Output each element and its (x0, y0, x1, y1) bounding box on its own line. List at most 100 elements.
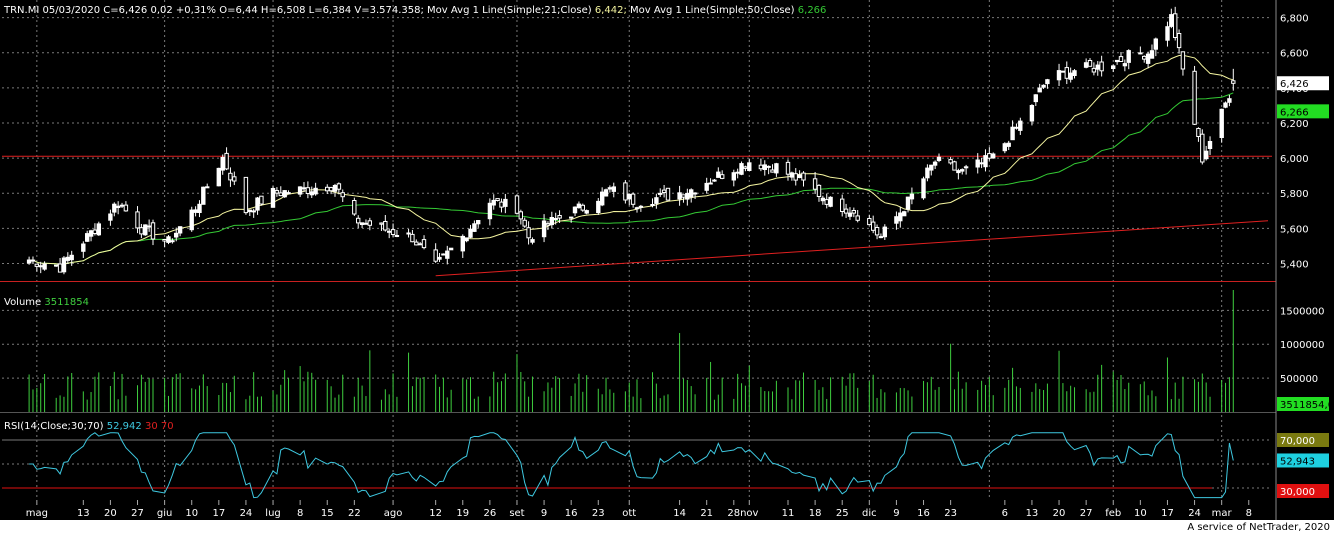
candle (472, 220, 477, 233)
candle-body (445, 250, 450, 259)
candle (325, 184, 330, 194)
candle (522, 217, 527, 228)
candle (88, 229, 94, 242)
candle-body (774, 163, 779, 174)
candle-body (336, 183, 342, 190)
candle (1056, 63, 1062, 86)
candle-body (332, 185, 338, 192)
candle-body (871, 221, 876, 231)
candle (963, 164, 969, 175)
candle-body (383, 221, 388, 231)
candle-body (1176, 33, 1182, 49)
candle-body (34, 263, 39, 267)
x-axis-label: 13 (77, 508, 90, 519)
candle-body (522, 219, 527, 227)
candle-body (1227, 98, 1232, 103)
candle (925, 164, 930, 182)
candle-body (820, 197, 826, 202)
candle-body (201, 186, 206, 205)
ma50-line (29, 92, 1234, 266)
x-axis-label: mag (26, 508, 48, 519)
candle-body (54, 264, 59, 267)
candle-body (627, 193, 632, 200)
candle (394, 229, 400, 238)
candle (600, 187, 605, 207)
candle-body (387, 230, 392, 233)
candle-body (580, 204, 585, 211)
ma21-line (29, 54, 1234, 266)
candle-body (530, 239, 535, 243)
candle (1114, 59, 1120, 65)
candle-body (1064, 67, 1069, 79)
candle-body (549, 217, 554, 226)
candle-body (259, 195, 264, 205)
x-axis-label: 19 (456, 508, 469, 519)
candle-body (898, 212, 903, 222)
candle (166, 235, 171, 245)
candle-body (867, 218, 872, 226)
candle-body (491, 199, 496, 206)
candle-body (960, 169, 965, 172)
candle (278, 186, 284, 197)
candle-body (232, 176, 237, 182)
candle (135, 206, 140, 234)
candle (356, 215, 361, 229)
candle-body (1219, 108, 1224, 139)
candle-body (166, 236, 171, 243)
candle-body (328, 187, 334, 192)
candle (495, 198, 500, 202)
candle-body (681, 194, 686, 198)
candle (785, 159, 791, 181)
candle (909, 187, 915, 205)
candle (301, 182, 307, 192)
candle (735, 168, 740, 179)
candle (1169, 8, 1174, 29)
candle-body (557, 215, 562, 219)
candle (1014, 123, 1019, 130)
candle (580, 203, 585, 212)
candle (801, 171, 806, 187)
candle (716, 167, 721, 178)
candle (1200, 129, 1205, 165)
candle-body (843, 208, 849, 214)
volume-label: Volume (4, 297, 42, 308)
candle-body (274, 190, 280, 194)
candle-body (139, 227, 144, 235)
candle-body (85, 233, 90, 242)
candle (193, 206, 198, 217)
candle (1138, 46, 1143, 55)
candle (766, 165, 771, 175)
x-axis-label: 28 (727, 508, 740, 519)
x-axis-label: ott (622, 508, 636, 519)
candles (26, 6, 1236, 275)
candle (390, 223, 396, 238)
candle-body (30, 259, 36, 262)
candle (1068, 67, 1073, 83)
candle-body (770, 169, 775, 173)
candle (418, 242, 423, 246)
candle-body (146, 225, 152, 228)
candle (1002, 142, 1007, 154)
candle-body (720, 174, 725, 179)
candle-body (88, 230, 94, 237)
price-info: TRN.MI 05/03/2020 C=6,426 0,02 +0,31% O=… (4, 5, 424, 16)
candle-body (1223, 102, 1228, 108)
candle (987, 147, 992, 161)
candle-body (932, 161, 938, 166)
candle (232, 171, 237, 186)
candle (545, 221, 551, 231)
candle (983, 149, 988, 172)
price-axis-label: 6,200 (1280, 119, 1309, 130)
gridlines (2, 0, 1272, 500)
price-axis-label: 5,800 (1280, 189, 1309, 200)
candle-body (495, 198, 500, 202)
candle-body (797, 174, 802, 179)
candle (1207, 136, 1213, 155)
price-axis-label: 6,600 (1280, 49, 1309, 60)
candle-body (123, 204, 129, 212)
candle (1145, 51, 1151, 69)
x-axis-label: 23 (592, 508, 605, 519)
candle-body (630, 193, 636, 205)
volume-axis-label: 500000 (1280, 374, 1318, 385)
candle-body (665, 187, 671, 201)
